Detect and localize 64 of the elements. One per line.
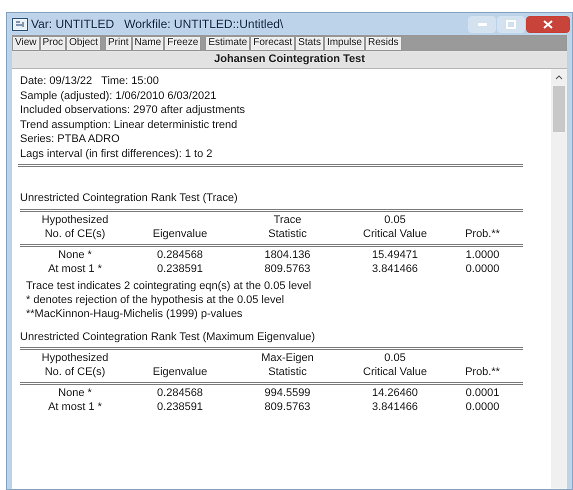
footnote: * denotes rejection of the hypothesis at the 0.05 level	[26, 292, 286, 306]
info-line: Included observations: 2970 after adjustments	[20, 103, 246, 118]
table-cell: None *	[58, 248, 92, 262]
close-icon	[543, 20, 553, 28]
scroll-thumb[interactable]	[553, 86, 565, 132]
footnote: **MacKinnon-Haug-Michelis (1999) p-values	[26, 306, 244, 320]
info-line: Date: 09/13/22 Time: 15:00	[20, 74, 160, 88]
column-header: Trace Statistic	[268, 212, 307, 240]
window-title: Var: UNTITLED Workfile: UNTITLED::Untitled\	[31, 16, 284, 33]
column-header: 0.05 Critical Value	[363, 212, 427, 240]
column-header: Hypothesized No. of CE(s)	[42, 212, 108, 240]
table-cell: 15.49471	[372, 248, 418, 262]
toolbar-button[interactable]: Estimate	[205, 36, 250, 50]
column-header: Prob.**	[465, 226, 500, 240]
table-cell: 14.26460	[372, 386, 418, 400]
toolbar-button[interactable]: Name	[132, 36, 164, 50]
section-title: Unrestricted Cointegration Rank Test (Maximum Eigenvalue)	[20, 330, 316, 342]
table-cell: 1.0000	[466, 248, 500, 262]
toolbar-button[interactable]: Freeze	[164, 36, 202, 50]
toolbar-button[interactable]: Print	[104, 36, 132, 50]
minimize-button[interactable]	[468, 16, 496, 32]
table-cell: 0.284568	[157, 248, 203, 262]
footnote: Trace test indicates 2 cointegrating eqn(s) at the 0.05 level	[26, 278, 312, 292]
table-cell: 3.841466	[372, 400, 418, 414]
toolbar-button[interactable]: Stats	[295, 36, 324, 50]
maximize-button[interactable]	[497, 16, 525, 32]
table-cell: 3.841466	[372, 262, 418, 276]
column-header: 0.05 Critical Value	[363, 351, 427, 379]
column-header: Eigenvalue	[152, 365, 208, 379]
table-cell: 0.0001	[466, 386, 500, 400]
app-icon	[12, 18, 28, 30]
toolbar-button[interactable]: View	[12, 36, 40, 50]
info-line: Series: PTBA ADRO	[20, 132, 121, 146]
table-cell: 0.0000	[466, 400, 500, 414]
table-cell: 809.5763	[264, 262, 310, 276]
scroll-up-icon	[555, 75, 563, 80]
column-header: Max-Eigen Statistic	[261, 351, 314, 379]
table-cell: 0.238591	[157, 262, 203, 276]
maximize-icon	[506, 20, 516, 28]
close-button[interactable]	[526, 16, 570, 32]
table-cell: 809.5763	[264, 400, 310, 414]
section-title: Unrestricted Cointegration Rank Test (Trace)	[20, 192, 238, 204]
column-header: Prob.**	[465, 365, 500, 379]
info-line: Trend assumption: Linear deterministic trend	[20, 118, 238, 132]
table-cell: 0.238591	[157, 400, 203, 414]
column-header: Eigenvalue	[152, 226, 208, 240]
info-line: Sample (adjusted): 1/06/2010 6/03/2021	[20, 88, 218, 103]
column-header: Hypothesized No. of CE(s)	[42, 351, 108, 379]
toolbar-button[interactable]: Object	[66, 36, 101, 50]
table-cell: 1804.136	[264, 248, 310, 262]
table-cell: At most 1 *	[48, 262, 102, 276]
scrollbar[interactable]	[551, 69, 567, 489]
table-cell: 0.0000	[466, 262, 500, 276]
table-cell: 994.5599	[264, 386, 310, 400]
output-header: Johansen Cointegration Test	[12, 51, 567, 69]
minimize-icon	[478, 22, 486, 26]
toolbar-button[interactable]: Proc	[40, 36, 66, 50]
toolbar-button[interactable]: Resids	[364, 36, 402, 50]
toolbar-button[interactable]: Forecast	[250, 36, 296, 50]
table-cell: 0.284568	[157, 386, 203, 400]
info-line: Lags interval (in first differences): 1 to 2	[20, 146, 214, 161]
toolbar-button[interactable]: Impulse	[324, 36, 365, 50]
table-cell: None *	[58, 386, 92, 400]
table-cell: At most 1 *	[48, 400, 102, 414]
